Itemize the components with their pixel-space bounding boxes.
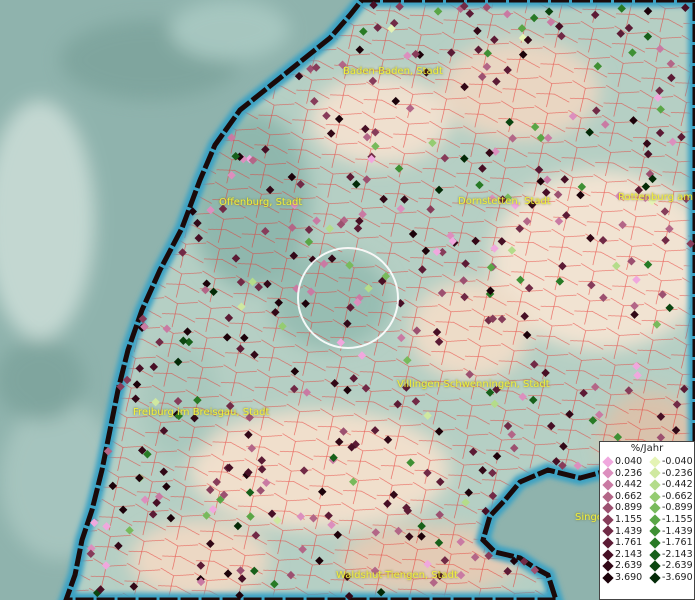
legend-cell-negative: -3.690: [647, 572, 694, 584]
legend-cell-negative: -1.761: [647, 537, 694, 549]
legend-swatch: [602, 572, 614, 584]
legend-swatch: [649, 560, 661, 572]
legend-cell-positive: 0.236: [600, 468, 647, 480]
place-label-dornstetten: Dornstetten, Stadt: [458, 196, 551, 207]
legend-swatch: [602, 548, 614, 561]
legend-value: -0.040: [662, 456, 693, 467]
place-label-offenburg: Offenburg, Stadt: [219, 197, 303, 208]
legend-cell-negative: -1.439: [647, 526, 694, 538]
legend-swatch: [649, 479, 661, 491]
legend-swatch: [649, 467, 661, 480]
place-label-villingen-schwenningen: Villingen-Schwenningen, Stadt: [397, 379, 550, 390]
legend-swatch: [649, 490, 661, 503]
legend-value: -0.442: [662, 479, 693, 491]
legend-value: 2.639: [615, 560, 643, 572]
legend-cell-positive: 0.662: [600, 491, 647, 503]
legend-value: 1.155: [615, 513, 643, 525]
legend-cell-negative: -0.236: [647, 468, 694, 480]
legend-swatch: [602, 560, 614, 572]
legend-swatch: [602, 479, 614, 491]
legend-row: 1.439 -1.439: [600, 526, 694, 538]
legend-value: 0.899: [615, 502, 643, 514]
legend-value: -1.439: [662, 525, 693, 537]
legend-swatch: [649, 514, 661, 526]
legend-row: 2.143 -2.143: [600, 549, 694, 561]
legend-cell-positive: 1.155: [600, 514, 647, 526]
legend-value: 0.040: [615, 456, 643, 467]
legend-value: 0.236: [615, 467, 643, 479]
legend-swatch: [649, 572, 661, 584]
legend-row: 1.761 -1.761: [600, 537, 694, 549]
relief-map[interactable]: [0, 0, 695, 600]
legend-title: %/Jahr: [630, 443, 664, 454]
legend-row: 3.690 -3.690: [600, 572, 694, 584]
legend-cell-negative: -1.155: [647, 514, 694, 526]
legend-value: 1.761: [615, 537, 643, 549]
legend-row: 1.155 -1.155: [600, 514, 694, 526]
legend-cell-positive: 0.442: [600, 479, 647, 491]
place-label-freiburg: Freiburg im Breisgau, Stadt: [133, 407, 270, 418]
legend-swatch: [649, 502, 661, 514]
legend-cell-positive: 3.690: [600, 572, 647, 584]
legend-row: 0.040 -0.040: [600, 456, 694, 468]
legend-row: 0.442 -0.442: [600, 479, 694, 491]
legend-value: -2.639: [662, 560, 693, 572]
legend-swatch: [602, 537, 614, 549]
legend-value: 2.143: [615, 548, 643, 560]
legend-value: -1.155: [662, 513, 693, 525]
legend-row: 0.662 -0.662: [600, 491, 694, 503]
legend-value: -0.236: [662, 467, 693, 479]
legend-cell-positive: 1.761: [600, 537, 647, 549]
legend-value: -2.143: [662, 548, 693, 560]
legend-swatch: [602, 525, 614, 538]
legend-value: 0.662: [615, 490, 643, 502]
legend-row: 0.236 -0.236: [600, 468, 694, 480]
legend-row: 2.639 -2.639: [600, 560, 694, 572]
legend-swatch: [649, 456, 661, 468]
legend-cell-negative: -0.899: [647, 502, 694, 514]
legend-cell-positive: 2.639: [600, 560, 647, 572]
legend-value: 1.439: [615, 525, 643, 537]
legend-cell-negative: -2.639: [647, 560, 694, 572]
place-label-rottenburg: Rottenburg am N: [618, 192, 695, 203]
legend-cell-negative: -0.662: [647, 491, 694, 503]
legend-value: -1.761: [662, 537, 693, 549]
legend-cell-positive: 2.143: [600, 549, 647, 561]
legend: %/Jahr 0.040 -0.040 0.236 -0.236 0.442 -0.442…: [599, 441, 695, 600]
place-label-waldshut-tiengen: Waldshut-Tiengen, Stadt: [336, 570, 458, 581]
legend-value: -0.662: [662, 490, 693, 502]
legend-value: -3.690: [662, 571, 693, 583]
legend-swatch: [602, 502, 614, 514]
legend-cell-negative: -0.442: [647, 479, 694, 491]
legend-swatch: [649, 525, 661, 538]
legend-cell-negative: -2.143: [647, 549, 694, 561]
legend-row: 0.899 -0.899: [600, 502, 694, 514]
legend-value: 3.690: [615, 571, 643, 583]
legend-swatch: [602, 467, 614, 480]
legend-swatch: [602, 490, 614, 503]
legend-swatch: [602, 514, 614, 526]
legend-cell-positive: 0.040: [600, 456, 647, 468]
legend-rows: 0.040 -0.040 0.236 -0.236 0.442 -0.442 0.662 -0…: [600, 456, 694, 584]
legend-swatch: [602, 456, 614, 468]
legend-cell-positive: 1.439: [600, 526, 647, 538]
legend-cell-negative: -0.040: [647, 456, 694, 468]
legend-value: 0.442: [615, 479, 643, 491]
place-label-baden-baden: Baden-Baden, Stadt: [343, 66, 443, 77]
legend-swatch: [649, 537, 661, 549]
legend-swatch: [649, 548, 661, 561]
legend-value: -0.899: [662, 502, 693, 514]
legend-cell-positive: 0.899: [600, 502, 647, 514]
